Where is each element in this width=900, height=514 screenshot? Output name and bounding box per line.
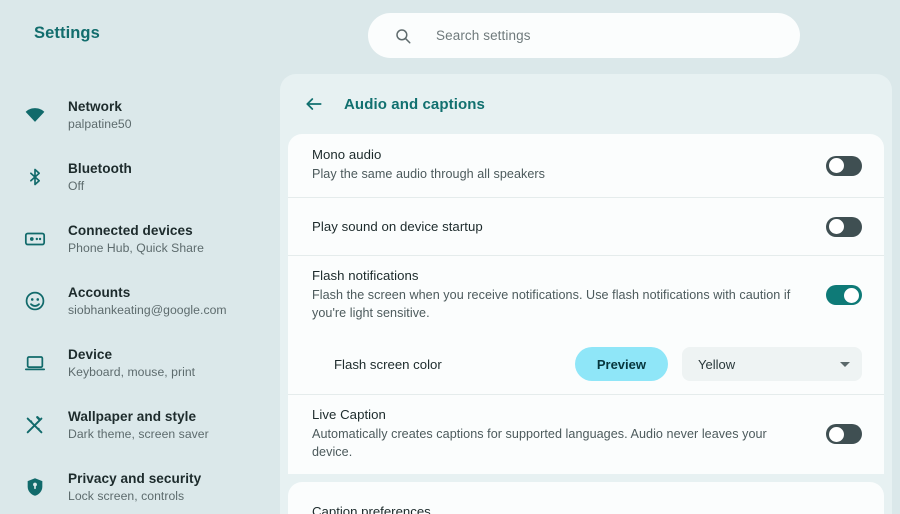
toggle-flash-notifications[interactable] — [826, 285, 862, 306]
top-bar: Settings Search settings — [0, 0, 900, 70]
sidebar-item-privacy-and-security[interactable]: Privacy and security Lock screen, contro… — [0, 456, 280, 514]
setting-title: Mono audio — [312, 147, 382, 163]
caption-preferences-title: Caption preferences — [312, 503, 431, 514]
sidebar-item-label: Accounts — [68, 284, 131, 300]
sidebar-item-sublabel: Phone Hub, Quick Share — [68, 240, 204, 255]
wallpaper-style-icon — [24, 414, 46, 436]
main-content-panel: Audio and captions Mono audio Play the s… — [280, 74, 892, 514]
setting-description: Play the same audio through all speakers — [312, 167, 546, 182]
setting-row-mono-audio[interactable]: Mono audio Play the same audio through a… — [288, 134, 884, 198]
settings-window: Settings Search settings Network palpati… — [0, 0, 900, 514]
setting-row-live-caption[interactable]: Live Caption Automatically creates capti… — [288, 395, 884, 474]
search-bar[interactable]: Search settings — [368, 13, 800, 58]
page-header: Audio and captions — [280, 74, 892, 134]
settings-card: Mono audio Play the same audio through a… — [288, 134, 884, 474]
sidebar-item-label: Wallpaper and style — [68, 408, 197, 424]
setting-title: Flash notifications — [312, 268, 419, 283]
caption-preferences-card: Caption preferences Customize caption si… — [288, 481, 884, 514]
setting-row-flash-screen-color: Flash screen color Preview Yellow — [288, 335, 884, 395]
setting-text-block: Mono audio Play the same audio through a… — [312, 135, 810, 196]
sidebar-item-sublabel: Off — [68, 178, 85, 193]
sidebar-item-sublabel: Keyboard, mouse, print — [68, 364, 196, 379]
setting-title: Play sound on device startup — [312, 219, 483, 234]
setting-text-block: Play sound on device startup — [312, 207, 810, 246]
search-input-placeholder[interactable]: Search settings — [436, 28, 531, 43]
card-separator — [280, 473, 892, 482]
app-brand-title: Settings — [34, 24, 100, 42]
sidebar-item-label: Network — [68, 98, 122, 114]
sidebar-item-label: Bluetooth — [68, 160, 132, 176]
setting-row-startup-sound[interactable]: Play sound on device startup — [288, 198, 884, 256]
shield-icon — [24, 476, 46, 498]
preview-button[interactable]: Preview — [574, 347, 668, 382]
wifi-icon — [24, 104, 46, 126]
sidebar-item-wallpaper-and-style[interactable]: Wallpaper and style Dark theme, screen s… — [0, 394, 280, 456]
chevron-down-icon — [840, 361, 850, 367]
toggle-knob — [829, 426, 844, 442]
dropdown-selected-value: Yellow — [698, 356, 736, 372]
toggle-startup-sound[interactable] — [826, 216, 862, 237]
setting-text-block: Live Caption Automatically creates capti… — [312, 395, 810, 474]
sidebar-item-sublabel: Lock screen, controls — [68, 488, 185, 503]
setting-text-block: Flash notifications Flash the screen whe… — [312, 256, 810, 335]
sidebar-item-sublabel: Dark theme, screen saver — [68, 426, 209, 441]
bluetooth-icon — [24, 166, 46, 188]
sidebar-item-label: Device — [68, 346, 113, 362]
sidebar-item-connected-devices[interactable]: Connected devices Phone Hub, Quick Share — [0, 208, 280, 270]
sidebar-navigation: Network palpatine50 Bluetooth Off Connec… — [0, 70, 280, 514]
toggle-knob — [829, 158, 844, 173]
setting-description: Automatically creates captions for suppo… — [312, 426, 767, 459]
toggle-mono-audio[interactable] — [826, 155, 862, 176]
sidebar-item-accounts[interactable]: Accounts siobhankeating@google.com — [0, 270, 280, 332]
setting-description: Flash the screen when you receive notifi… — [312, 288, 791, 320]
sidebar-item-sublabel: palpatine50 — [68, 116, 132, 131]
search-icon — [396, 28, 411, 43]
sidebar-item-label: Privacy and security — [68, 470, 202, 486]
sidebar-item-label: Connected devices — [68, 222, 193, 238]
toggle-knob — [844, 287, 859, 303]
setting-title: Live Caption — [312, 406, 386, 422]
toggle-live-caption[interactable] — [826, 424, 862, 445]
page-title: Audio and captions — [344, 95, 485, 113]
account-circle-icon — [24, 290, 46, 312]
back-arrow-icon[interactable] — [304, 94, 324, 114]
sidebar-item-network[interactable]: Network palpatine50 — [0, 84, 280, 146]
connected-devices-icon — [24, 228, 46, 250]
flash-screen-color-dropdown[interactable]: Yellow — [682, 347, 862, 382]
sidebar-item-bluetooth[interactable]: Bluetooth Off — [0, 146, 280, 208]
laptop-icon — [24, 352, 46, 374]
sidebar-item-device[interactable]: Device Keyboard, mouse, print — [0, 332, 280, 394]
setting-row-flash-notifications[interactable]: Flash notifications Flash the screen whe… — [288, 256, 884, 335]
toggle-knob — [829, 219, 844, 234]
sidebar-item-sublabel: siobhankeating@google.com — [68, 302, 227, 317]
flash-screen-color-label: Flash screen color — [334, 356, 442, 372]
